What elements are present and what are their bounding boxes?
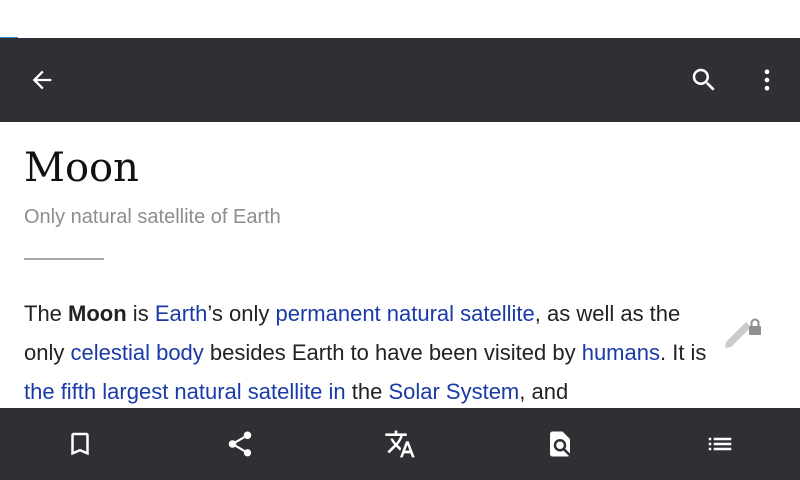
edit-lock-icon [725, 318, 761, 348]
translate-icon [385, 430, 415, 458]
paragraph-text: , and [519, 379, 569, 404]
article-content[interactable]: Moon Only natural satellite of Earth The… [0, 122, 800, 408]
paragraph-text: ’s only [207, 301, 276, 326]
status-strip [0, 0, 800, 38]
top-app-bar [0, 38, 800, 122]
bookmark-icon [71, 432, 89, 456]
table-of-contents-button[interactable] [688, 412, 752, 476]
find-in-page-icon [550, 431, 570, 457]
article-link[interactable]: Solar System [388, 379, 519, 404]
find-in-page-button[interactable] [528, 412, 592, 476]
paragraph-text: The [24, 301, 69, 326]
share-icon [228, 431, 252, 457]
title-divider [24, 258, 104, 260]
overflow-menu-button[interactable] [743, 56, 791, 104]
save-button[interactable] [48, 412, 112, 476]
paragraph-text: is [126, 301, 155, 326]
article-link[interactable]: the fifth largest natural satellite in [24, 379, 346, 404]
paragraph-text: besides Earth to have been visited by [203, 340, 582, 365]
paragraph-text: . It is [659, 340, 707, 365]
contents-list-icon [708, 437, 732, 451]
article-link[interactable]: celestial body [70, 340, 203, 365]
article-title: Moon [24, 145, 139, 191]
back-button[interactable] [18, 56, 66, 104]
share-button[interactable] [208, 412, 272, 476]
bottom-toolbar [0, 408, 800, 480]
language-button[interactable] [368, 412, 432, 476]
search-button[interactable] [680, 56, 728, 104]
edit-locked-button[interactable] [722, 312, 764, 348]
search-icon [692, 68, 715, 91]
article-description: Only natural satellite of Earth [24, 206, 281, 228]
more-vert-icon [764, 69, 770, 91]
bold-term: Moon [68, 301, 127, 326]
article-link[interactable]: permanent natural satellite [275, 301, 534, 326]
article-link[interactable]: humans [582, 340, 660, 365]
article-link[interactable]: Earth [155, 301, 208, 326]
paragraph-text: the [345, 379, 389, 404]
back-arrow-icon [32, 70, 52, 90]
lead-paragraph: The Moon is Earth’s only permanent natur… [24, 294, 714, 408]
